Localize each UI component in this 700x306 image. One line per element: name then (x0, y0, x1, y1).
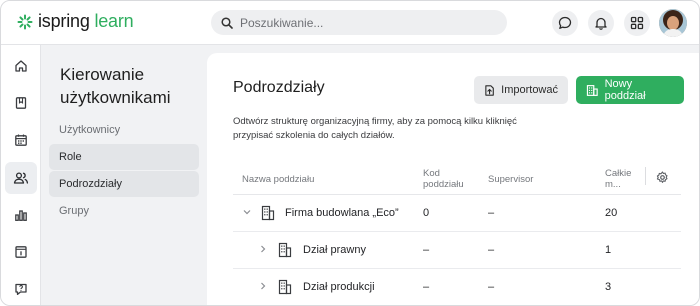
department-code: 0 (423, 207, 430, 219)
subnav-item-groups[interactable]: Grupy (49, 198, 199, 224)
notifications-button[interactable] (588, 10, 614, 36)
users-icon (13, 172, 29, 184)
column-header-code[interactable]: Kod poddziału (423, 168, 473, 190)
building-icon (261, 205, 275, 221)
users-subnav: Kierowanie użytkownikami Użytkownicy Rol… (41, 45, 207, 305)
column-header-supervisor[interactable]: Supervisor (488, 174, 533, 185)
rail-item-help[interactable] (5, 273, 37, 305)
subnav-item-users[interactable]: Użytkownicy (49, 117, 199, 143)
import-icon (485, 84, 494, 96)
new-department-button[interactable]: Nowy poddział (576, 76, 684, 104)
page-title: Podrozdziały (233, 79, 325, 96)
info-icon (15, 246, 27, 258)
department-total: 20 (605, 207, 618, 219)
apps-button[interactable] (624, 10, 650, 36)
import-button-label: Importować (501, 84, 558, 96)
rail-item-reports[interactable] (5, 199, 37, 231)
logo-text: ispring learn (38, 11, 134, 31)
import-button[interactable]: Importować (474, 76, 568, 104)
building-icon (278, 242, 292, 258)
rail-item-home[interactable] (5, 50, 37, 82)
new-department-button-label: Nowy poddział (604, 78, 646, 102)
table-header: Nazwa poddziału Kod poddziału Supervisor… (233, 165, 681, 195)
chevron-down-icon[interactable] (243, 208, 251, 216)
table-settings-icon[interactable] (656, 171, 669, 184)
search-bar[interactable] (211, 10, 507, 35)
department-name[interactable]: Firma budowlana „Eco” (285, 207, 399, 219)
top-bar: ispring learn (1, 1, 699, 45)
department-name[interactable]: Dział produkcji (303, 281, 375, 293)
building-icon (278, 279, 292, 295)
subnav-item-roles[interactable]: Role (49, 144, 199, 170)
ispring-logo-icon (17, 14, 33, 29)
building-add-icon (586, 84, 598, 96)
table-row[interactable]: Dział prawny – – 1 (233, 232, 681, 269)
help-icon (15, 283, 27, 295)
department-code: – (423, 244, 430, 256)
app-window: ispring learn Poszukiwanie... Kierowanie… (0, 0, 700, 306)
chat-button[interactable] (552, 10, 578, 36)
user-avatar[interactable] (659, 9, 687, 37)
department-supervisor: – (488, 207, 495, 219)
column-header-total[interactable]: Całkie m... (605, 168, 639, 190)
calendar-icon (15, 134, 27, 146)
subnav-title: Kierowanie użytkownikami (60, 65, 171, 107)
department-name[interactable]: Dział prawny (303, 244, 366, 256)
department-total: 1 (605, 244, 612, 256)
department-supervisor: – (488, 281, 495, 293)
subnav-item-departments[interactable]: Podrozdziały (49, 171, 199, 197)
table-row[interactable]: Firma budowlana „Eco” 0 – 20 (233, 195, 681, 232)
column-divider (645, 167, 646, 185)
home-icon (15, 60, 27, 72)
bell-icon (595, 17, 607, 30)
rail-item-calendar[interactable] (5, 124, 37, 156)
chevron-right-icon[interactable] (259, 282, 267, 290)
rail-item-learning[interactable] (5, 87, 37, 119)
page-description: Odtwórz strukturę organizacyjną firmy, a… (233, 116, 517, 141)
left-rail (1, 45, 41, 305)
avatar-image (659, 9, 687, 37)
search-input[interactable] (240, 15, 490, 30)
department-supervisor: – (488, 244, 495, 256)
search-icon (221, 16, 233, 29)
table-row[interactable]: Dział produkcji – – 3 (233, 269, 681, 305)
logo[interactable]: ispring learn (17, 11, 134, 32)
apps-grid-icon (630, 16, 644, 30)
rail-item-users[interactable] (5, 162, 37, 194)
chat-icon (558, 16, 572, 29)
reports-icon (15, 210, 27, 221)
rail-item-info[interactable] (5, 236, 37, 268)
department-code: – (423, 281, 430, 293)
main-panel: Podrozdziały Importować Nowy poddział Od… (207, 53, 699, 305)
chevron-right-icon[interactable] (259, 245, 267, 253)
department-total: 3 (605, 281, 612, 293)
column-header-name[interactable]: Nazwa poddziału (242, 174, 314, 185)
book-icon (15, 97, 27, 109)
departments-table: Nazwa poddziału Kod poddziału Supervisor… (233, 165, 681, 305)
